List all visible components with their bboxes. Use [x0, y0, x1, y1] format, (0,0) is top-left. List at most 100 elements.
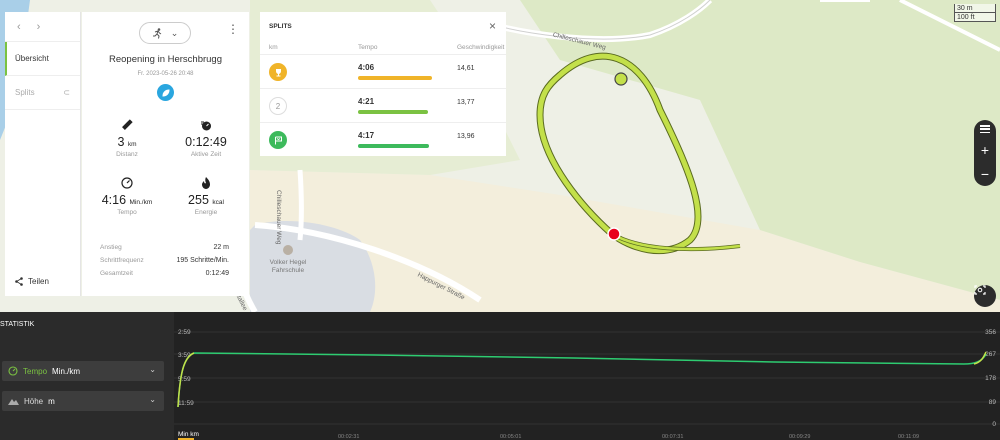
active-time-stat: 0:12:49 Aktive Zeit — [166, 119, 246, 158]
route-end-marker — [607, 227, 621, 241]
flame-icon — [166, 177, 246, 191]
chart-svg: 2:593:595:5911:5935626717889000:02:31 00:… — [174, 329, 1000, 440]
energy-label: Energie — [194, 209, 218, 216]
split-bar — [358, 110, 428, 114]
previous-activity-button[interactable]: ‹ — [17, 21, 21, 33]
map-scale: 30 m 100 ft — [954, 4, 996, 22]
chevron-down-icon: ⌄ — [149, 395, 156, 404]
share-button[interactable]: Teilen — [15, 277, 49, 286]
scale-imperial: 100 ft — [954, 13, 996, 22]
cadence-row: Schrittfrequenz 195 Schritte/Min. — [100, 257, 229, 264]
cadence-value: 195 Schritte/Min. — [176, 257, 229, 264]
statistics-panel: STATISTIK Tempo Min./km ⌄ Höhe m ⌄ 2:59 3… — [0, 312, 1000, 440]
energy-unit: kcal — [212, 199, 224, 206]
cadence-label: Schrittfrequenz — [100, 257, 144, 264]
y-right-tick: 89 — [989, 399, 997, 406]
distance-stat: 3 km Distanz — [87, 119, 167, 158]
zoom-in-button[interactable]: + — [981, 143, 989, 157]
pace-label: Tempo — [117, 209, 137, 216]
distance-unit: km — [127, 141, 137, 148]
tab-overview[interactable]: Übersicht — [5, 42, 80, 76]
stopwatch-icon — [166, 119, 246, 133]
runner-icon — [152, 27, 161, 39]
activity-date: Fr. 2023-05-26 20:48 — [137, 71, 194, 77]
split-bar — [358, 76, 432, 80]
distance-label: Distanz — [116, 151, 138, 158]
more-options-icon[interactable]: ⋮ — [227, 22, 239, 36]
gauge-icon — [87, 177, 167, 191]
metric1-unit: Min./km — [52, 366, 81, 376]
distance-value: 3 — [117, 135, 125, 149]
x-tick: 00:09:29 — [789, 434, 810, 440]
header-tempo: Tempo — [358, 44, 378, 51]
metric2-name: Höhe — [24, 396, 44, 406]
split-speed: 13,96 — [457, 133, 475, 140]
ascent-label: Anstieg — [100, 244, 122, 251]
pace-unit: Min./km — [129, 199, 153, 206]
active-time-label: Aktive Zeit — [190, 151, 222, 158]
activity-type-selector[interactable]: ⌄ — [139, 22, 191, 44]
total-time-row: Gesamtzeit 0:12:49 — [100, 270, 229, 277]
gauge-icon — [8, 366, 18, 376]
metric2-unit: m — [48, 396, 55, 406]
y-right-tick: 267 — [985, 351, 996, 358]
header-km: km — [269, 44, 278, 51]
x-tick: 00:02:31 — [338, 434, 359, 440]
share-icon — [15, 277, 23, 286]
statistics-chart[interactable]: 2:59 3:59 5:59 11:59 356 267 178 89 0 00:02:31 00:… — [174, 312, 1000, 440]
scale-metric: 30 m — [954, 4, 996, 13]
ascent-row: Anstieg 22 m — [100, 244, 229, 251]
street-label: Chilleschauer Weg — [275, 190, 282, 245]
next-activity-button[interactable]: › — [37, 21, 41, 33]
mountain-icon — [8, 399, 19, 405]
split-tempo: 4:21 — [358, 97, 375, 106]
split-row: 2 4:21 13,77 — [260, 88, 506, 122]
chevron-down-icon: ⌄ — [149, 365, 156, 374]
tab-label: Splits — [15, 88, 35, 97]
pace-stat: 4:16 Min./km Tempo — [87, 177, 167, 216]
map-controls: + − — [974, 120, 996, 186]
fit-route-button[interactable] — [974, 285, 996, 307]
fit-view-icon — [974, 285, 986, 295]
popout-icon: ⊂ — [63, 88, 70, 97]
tab-label: Übersicht — [15, 54, 49, 63]
ruler-icon — [87, 119, 167, 133]
metric1-selector[interactable]: Tempo Min./km ⌄ — [2, 361, 164, 381]
split-tempo: 4:17 — [358, 131, 375, 140]
total-time-value: 0:12:49 — [205, 270, 229, 277]
metric2-selector[interactable]: Höhe m ⌄ — [2, 391, 164, 411]
flag-icon — [269, 131, 287, 149]
activity-title: Reopening in Herschbrugg — [108, 54, 223, 65]
x-tick: 00:05:01 — [500, 434, 521, 440]
x-axis-label: Min km — [178, 431, 199, 438]
x-tick: 00:07:31 — [662, 434, 683, 440]
split-row: 4:06 14,61 — [260, 54, 506, 88]
x-tick: 00:11:09 — [898, 434, 919, 440]
ascent-value: 22 m — [213, 244, 229, 251]
pace-line — [177, 352, 987, 408]
poi-marker — [283, 245, 293, 255]
splits-panel: SPLITS × km Tempo Geschwindigkeit 4:06 1… — [260, 12, 506, 156]
y-right-tick: 356 — [985, 329, 996, 336]
pace-value: 4:16 — [101, 193, 127, 207]
energy-value: 255 — [188, 193, 209, 207]
tab-splits[interactable]: Splits ⊂ — [5, 76, 80, 110]
layers-menu-icon[interactable] — [980, 125, 990, 133]
split-number: 2 — [269, 97, 287, 115]
close-icon[interactable]: × — [489, 19, 496, 33]
y-right-tick: 0 — [992, 421, 996, 428]
activity-sidebar: ‹ › Übersicht Splits ⊂ Teilen — [5, 12, 81, 296]
zoom-out-button[interactable]: − — [981, 167, 989, 181]
statistics-title: STATISTIK — [0, 321, 35, 328]
poi-label: Volker Hegel Fahrschule — [269, 259, 307, 274]
trophy-icon — [269, 63, 287, 81]
statistics-controls: STATISTIK Tempo Min./km ⌄ Höhe m ⌄ — [0, 312, 174, 440]
total-time-label: Gesamtzeit — [100, 270, 133, 277]
splits-title: SPLITS — [269, 23, 292, 30]
chevron-down-icon: ⌄ — [170, 27, 179, 38]
y-right-tick: 178 — [985, 375, 996, 382]
energy-stat: 255 kcal Energie — [166, 177, 246, 216]
route-start-marker — [614, 72, 628, 86]
split-bar — [358, 144, 430, 148]
y-left-tick: 2:59 — [178, 329, 191, 336]
